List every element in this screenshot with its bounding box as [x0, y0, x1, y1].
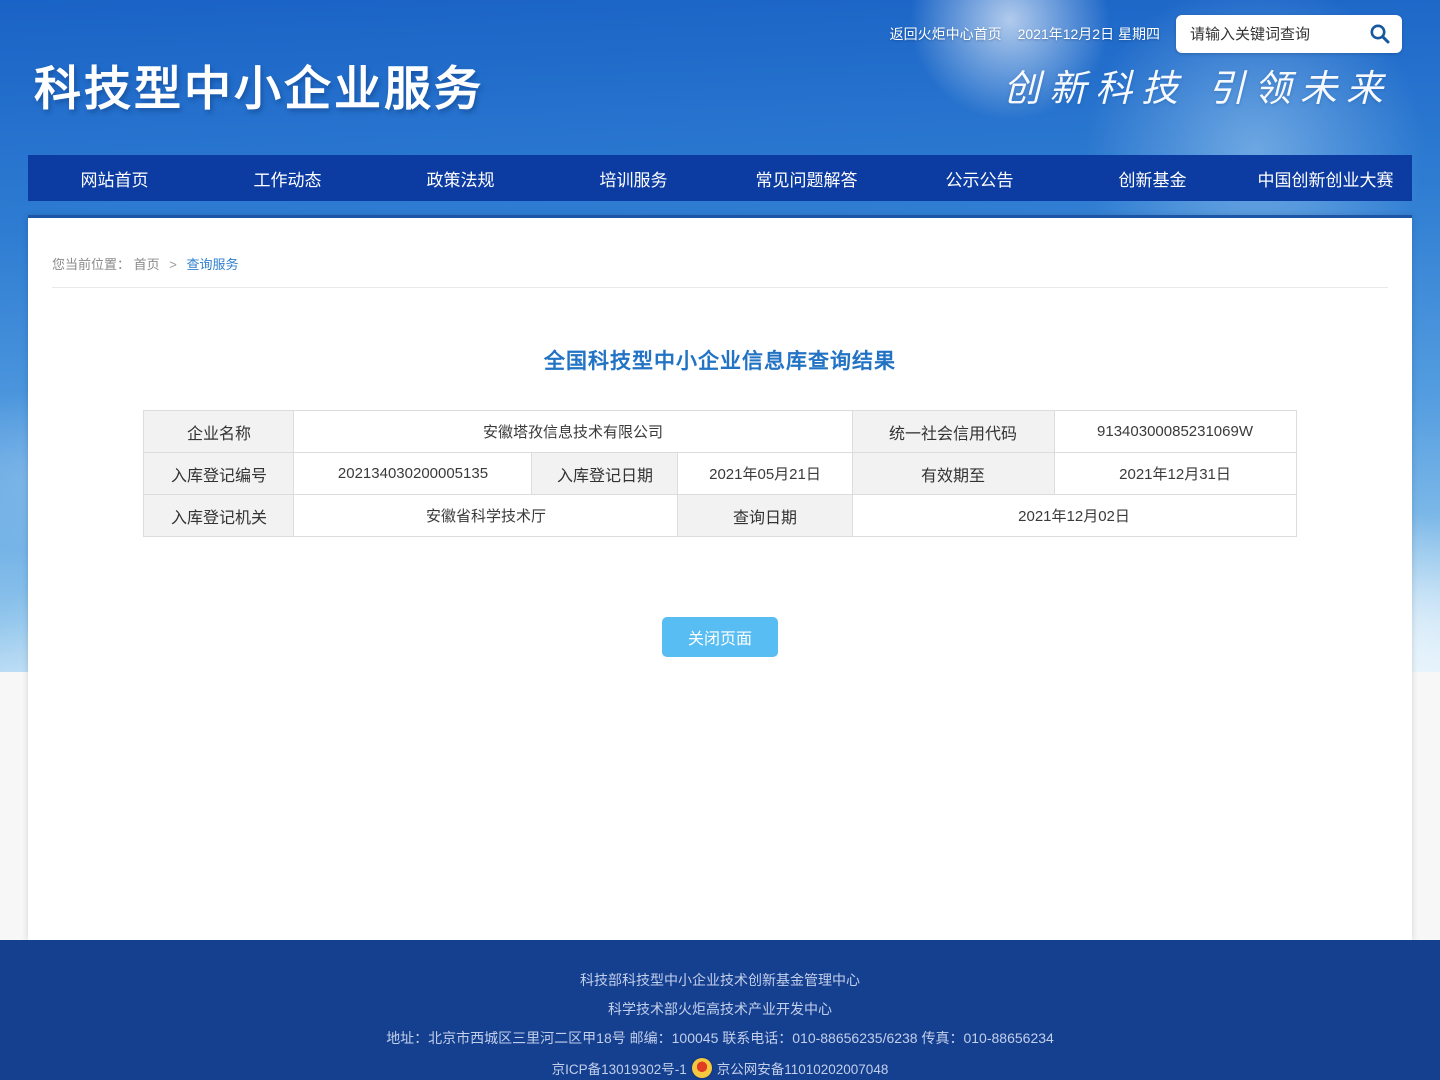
company-name-label: 企业名称 [144, 411, 294, 453]
table-row: 入库登记机关 安徽省科学技术厅 查询日期 2021年12月02日 [144, 495, 1296, 537]
public-security-record-link[interactable]: 京公网安备11010202007048 [717, 1058, 889, 1078]
nav-item-policies[interactable]: 政策法规 [374, 155, 547, 201]
nav-item-faq[interactable]: 常见问题解答 [720, 155, 893, 201]
header-date: 2021年12月2日 星期四 [1018, 24, 1160, 44]
footer-org-line1: 科技部科技型中小企业技术创新基金管理中心 [580, 971, 860, 989]
header-slogan: 创新科技 引领未来 [1003, 58, 1392, 112]
query-date-value: 2021年12月02日 [852, 495, 1296, 537]
breadcrumb-home-link[interactable]: 首页 [134, 257, 160, 272]
table-row: 入库登记编号 202134030200005135 入库登记日期 2021年05… [144, 453, 1296, 495]
close-page-button[interactable]: 关闭页面 [662, 617, 778, 657]
search-icon [1368, 34, 1392, 49]
page-wrapper: 科技型中小企业服务 返回火炬中心首页 2021年12月2日 星期四 创新科技 引… [0, 0, 1440, 940]
query-date-label: 查询日期 [678, 495, 852, 537]
nav-item-announcements[interactable]: 公示公告 [893, 155, 1066, 201]
content-panel: 您当前位置： 首页 > 查询服务 全国科技型中小企业信息库查询结果 企业名称 安… [28, 215, 1412, 940]
site-header: 科技型中小企业服务 返回火炬中心首页 2021年12月2日 星期四 创新科技 引… [0, 0, 1440, 155]
nav-item-innovation-fund[interactable]: 创新基金 [1066, 155, 1239, 201]
company-name-value: 安徽塔孜信息技术有限公司 [294, 411, 852, 453]
site-footer: 科技部科技型中小企业技术创新基金管理中心 科学技术部火炬高技术产业开发中心 地址… [0, 940, 1440, 1080]
nav-item-work-news[interactable]: 工作动态 [201, 155, 374, 201]
registration-number-value: 202134030200005135 [294, 453, 532, 495]
breadcrumb-divider [52, 287, 1388, 288]
result-title: 全国科技型中小企业信息库查询结果 [28, 345, 1412, 375]
header-utility-bar: 返回火炬中心首页 2021年12月2日 星期四 [890, 15, 1402, 53]
registration-authority-label: 入库登记机关 [144, 495, 294, 537]
breadcrumb-separator: > [169, 257, 177, 272]
registration-authority-value: 安徽省科学技术厅 [294, 495, 678, 537]
table-row: 企业名称 安徽塔孜信息技术有限公司 统一社会信用代码 9134030008523… [144, 411, 1296, 453]
registration-date-label: 入库登记日期 [532, 453, 678, 495]
nav-item-competition[interactable]: 中国创新创业大赛 [1239, 155, 1412, 201]
main-navigation: 网站首页 工作动态 政策法规 培训服务 常见问题解答 公示公告 创新基金 中国创… [28, 155, 1412, 201]
breadcrumb: 您当前位置： 首页 > 查询服务 [28, 218, 1412, 287]
query-result-table: 企业名称 安徽塔孜信息技术有限公司 统一社会信用代码 9134030008523… [143, 410, 1296, 537]
registration-date-value: 2021年05月21日 [678, 453, 852, 495]
breadcrumb-prefix: 您当前位置： [52, 257, 130, 272]
footer-org-line2: 科学技术部火炬高技术产业开发中心 [608, 1000, 832, 1018]
valid-until-label: 有效期至 [852, 453, 1054, 495]
credit-code-value: 91340300085231069W [1054, 411, 1296, 453]
search-button[interactable] [1366, 22, 1394, 46]
credit-code-label: 统一社会信用代码 [852, 411, 1054, 453]
site-logo: 科技型中小企业服务 [34, 50, 484, 119]
footer-record-line: 京ICP备13019302号-1 京公网安备11010202007048 [552, 1058, 889, 1078]
valid-until-value: 2021年12月31日 [1054, 453, 1296, 495]
nav-item-training[interactable]: 培训服务 [547, 155, 720, 201]
police-badge-icon [692, 1058, 712, 1078]
registration-number-label: 入库登记编号 [144, 453, 294, 495]
back-to-torch-center-link[interactable]: 返回火炬中心首页 [890, 24, 1002, 44]
search-input[interactable] [1188, 25, 1366, 44]
breadcrumb-current-link[interactable]: 查询服务 [187, 257, 239, 272]
footer-contact-line: 地址：北京市西城区三里河二区甲18号 邮编：100045 联系电话：010-88… [386, 1029, 1054, 1047]
nav-item-home[interactable]: 网站首页 [28, 155, 201, 201]
search-box[interactable] [1176, 15, 1402, 53]
icp-record-link[interactable]: 京ICP备13019302号-1 [552, 1058, 687, 1078]
